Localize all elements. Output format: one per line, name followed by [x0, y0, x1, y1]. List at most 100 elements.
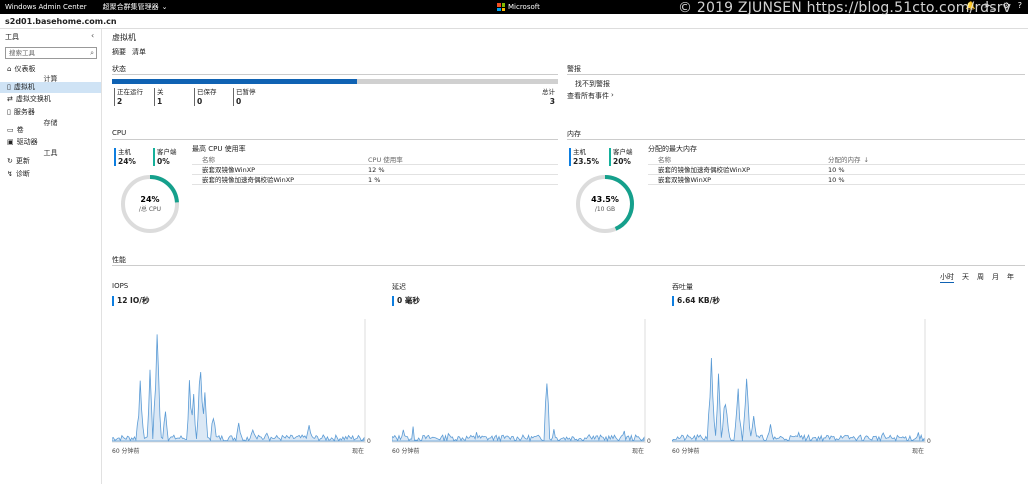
- page-title: 虚拟机: [112, 33, 136, 42]
- y-zero-label: 0: [367, 438, 371, 443]
- col-name[interactable]: 名称: [648, 155, 828, 164]
- microsoft-logo-icon: [497, 3, 505, 11]
- view-all-events-link[interactable]: 查看所有事件 ›: [567, 91, 614, 101]
- x-end-label: 现在: [912, 448, 925, 455]
- sidebar-item-label: 更新: [15, 157, 30, 165]
- table-row[interactable]: 嵌套的镜像加速奇偶校验WinXP 1 %: [192, 175, 558, 185]
- throughput-series: [672, 357, 925, 443]
- status-section-label: 状态: [112, 65, 126, 73]
- time-range-selector: 小时 天 周 月 年: [940, 272, 1014, 283]
- iops-title: IOPS: [112, 282, 129, 290]
- sidebar-item-servers[interactable]: ▯ 服务器: [0, 107, 101, 118]
- memory-table: 名称 分配的内存 ↓ 嵌套的镜像加速奇偶校验WinXP 10 % 嵌套双镜像Wi…: [648, 155, 1025, 185]
- divider: [112, 265, 1025, 266]
- sidebar-item-updates[interactable]: ↻ 更新: [0, 156, 101, 167]
- ring-sub: /总 CPU: [139, 205, 161, 213]
- y-zero-label: 0: [647, 438, 651, 443]
- sidebar: 工具 ‹ 搜索工具 ⌕ ⌂ 仪表板 计算 ▯ 虚拟机 ⇄ 虚拟交换机 ▯ 服务器…: [0, 29, 102, 484]
- stat-paused[interactable]: 已暂停 0: [233, 88, 256, 106]
- x-start-label: 60 分钟前: [112, 448, 140, 455]
- range-day[interactable]: 天: [962, 272, 969, 283]
- table-header: 名称 分配的内存 ↓: [648, 155, 1025, 165]
- drive-icon: ▣: [7, 138, 14, 146]
- sidebar-item-volumes[interactable]: ▭ 卷: [0, 125, 101, 136]
- status-progress-fill: [112, 79, 358, 84]
- row-name: 嵌套双镜像WinXP: [202, 166, 256, 174]
- divider: [112, 139, 558, 140]
- range-hour[interactable]: 小时: [940, 272, 954, 283]
- sidebar-item-label: 驱动器: [16, 138, 38, 146]
- stat-value: 0: [197, 97, 203, 106]
- memory-ring-chart: 43.5% /10 GB: [576, 175, 634, 233]
- brand: Microsoft: [497, 3, 540, 11]
- throughput-title: 吞吐量: [672, 283, 693, 291]
- latency-value: 0 毫秒: [392, 296, 420, 306]
- cpu-host-stat: 主机 24%: [114, 148, 136, 166]
- memory-guest-stat: 客户端 20%: [609, 148, 633, 166]
- stat-label: 正在运行: [117, 88, 143, 96]
- alerts-section-label: 警报: [567, 65, 581, 73]
- sidebar-item-label: 虚拟交换机: [15, 95, 51, 103]
- range-year[interactable]: 年: [1007, 272, 1014, 283]
- row-name: 嵌套的镜像加速奇偶校验WinXP: [202, 176, 295, 184]
- help-icon[interactable]: ?: [1018, 1, 1022, 10]
- stat-value: 0%: [157, 157, 170, 166]
- row-value: 10 %: [828, 176, 845, 184]
- tab-summary[interactable]: 摘要: [112, 47, 126, 57]
- stat-running[interactable]: 正在运行 2: [114, 88, 143, 106]
- ring-value: 24%: [140, 195, 159, 204]
- divider: [567, 139, 1025, 140]
- app-title[interactable]: Windows Admin Center: [5, 3, 87, 11]
- host-bar: s2d01.basehome.com.cn: [0, 14, 1028, 29]
- sidebar-item-label: 卷: [16, 126, 24, 134]
- row-value: 12 %: [368, 166, 385, 174]
- cpu-table-title: 最高 CPU 使用率: [192, 145, 246, 153]
- table-header: 名称 CPU 使用率: [192, 155, 558, 165]
- sidebar-item-virtual-machines[interactable]: ▯ 虚拟机: [0, 82, 101, 93]
- stat-value: 24%: [118, 157, 136, 166]
- x-end-label: 现在: [632, 448, 645, 455]
- sidebar-item-diagnostics[interactable]: ↯ 诊断: [0, 169, 101, 180]
- switch-icon: ⇄: [7, 95, 13, 103]
- range-week[interactable]: 周: [977, 272, 984, 283]
- y-zero-label: 0: [927, 438, 931, 443]
- search-icon[interactable]: ⌕: [90, 48, 94, 58]
- sidebar-item-virtual-switches[interactable]: ⇄ 虚拟交换机: [0, 94, 101, 105]
- stat-off[interactable]: 关 1: [154, 88, 164, 106]
- throughput-value: 6.64 KB/秒: [672, 296, 720, 306]
- collapse-icon[interactable]: ‹: [91, 31, 94, 40]
- sidebar-header: 工具: [5, 33, 19, 41]
- latency-chart: 0: [392, 319, 651, 443]
- cpu-guest-stat: 客户端 0%: [153, 148, 177, 166]
- col-value[interactable]: CPU 使用率: [368, 155, 403, 164]
- sidebar-item-drives[interactable]: ▣ 驱动器: [0, 137, 101, 148]
- sort-down-icon: ↓: [863, 156, 869, 164]
- volume-icon: ▭: [7, 126, 14, 134]
- connection-selector[interactable]: 超聚合群集管理器 ⌄: [103, 2, 168, 12]
- col-value-header[interactable]: 分配的内存 ↓: [828, 155, 869, 164]
- tab-inventory[interactable]: 清单: [132, 47, 146, 57]
- stat-total: 总计 3: [542, 88, 555, 106]
- stat-label: 主机: [573, 148, 586, 156]
- host-name: s2d01.basehome.com.cn: [5, 17, 117, 26]
- x-start-label: 60 分钟前: [392, 448, 420, 455]
- stat-label: 已保存: [197, 88, 217, 96]
- col-name[interactable]: 名称: [192, 155, 368, 164]
- row-value: 1 %: [368, 176, 381, 184]
- cpu-ring-chart: 24% /总 CPU: [121, 175, 179, 233]
- stat-label: 客户端: [613, 148, 633, 156]
- search-input[interactable]: 搜索工具 ⌕: [5, 47, 97, 59]
- performance-section-label: 性能: [112, 256, 126, 264]
- table-row[interactable]: 嵌套双镜像WinXP 10 %: [648, 175, 1025, 185]
- table-row[interactable]: 嵌套的镜像加速奇偶校验WinXP 10 %: [648, 165, 1025, 175]
- stat-value: 20%: [613, 157, 631, 166]
- memory-table-title: 分配的最大内存: [648, 145, 697, 153]
- table-row[interactable]: 嵌套双镜像WinXP 12 %: [192, 165, 558, 175]
- stat-saved[interactable]: 已保存 0: [194, 88, 217, 106]
- ring-value: 43.5%: [591, 195, 619, 204]
- status-progress-bar: [112, 79, 558, 84]
- stat-label: 客户端: [157, 148, 177, 156]
- row-value: 10 %: [828, 166, 845, 174]
- range-month[interactable]: 月: [992, 272, 999, 283]
- chevron-down-icon: ⌄: [161, 3, 168, 11]
